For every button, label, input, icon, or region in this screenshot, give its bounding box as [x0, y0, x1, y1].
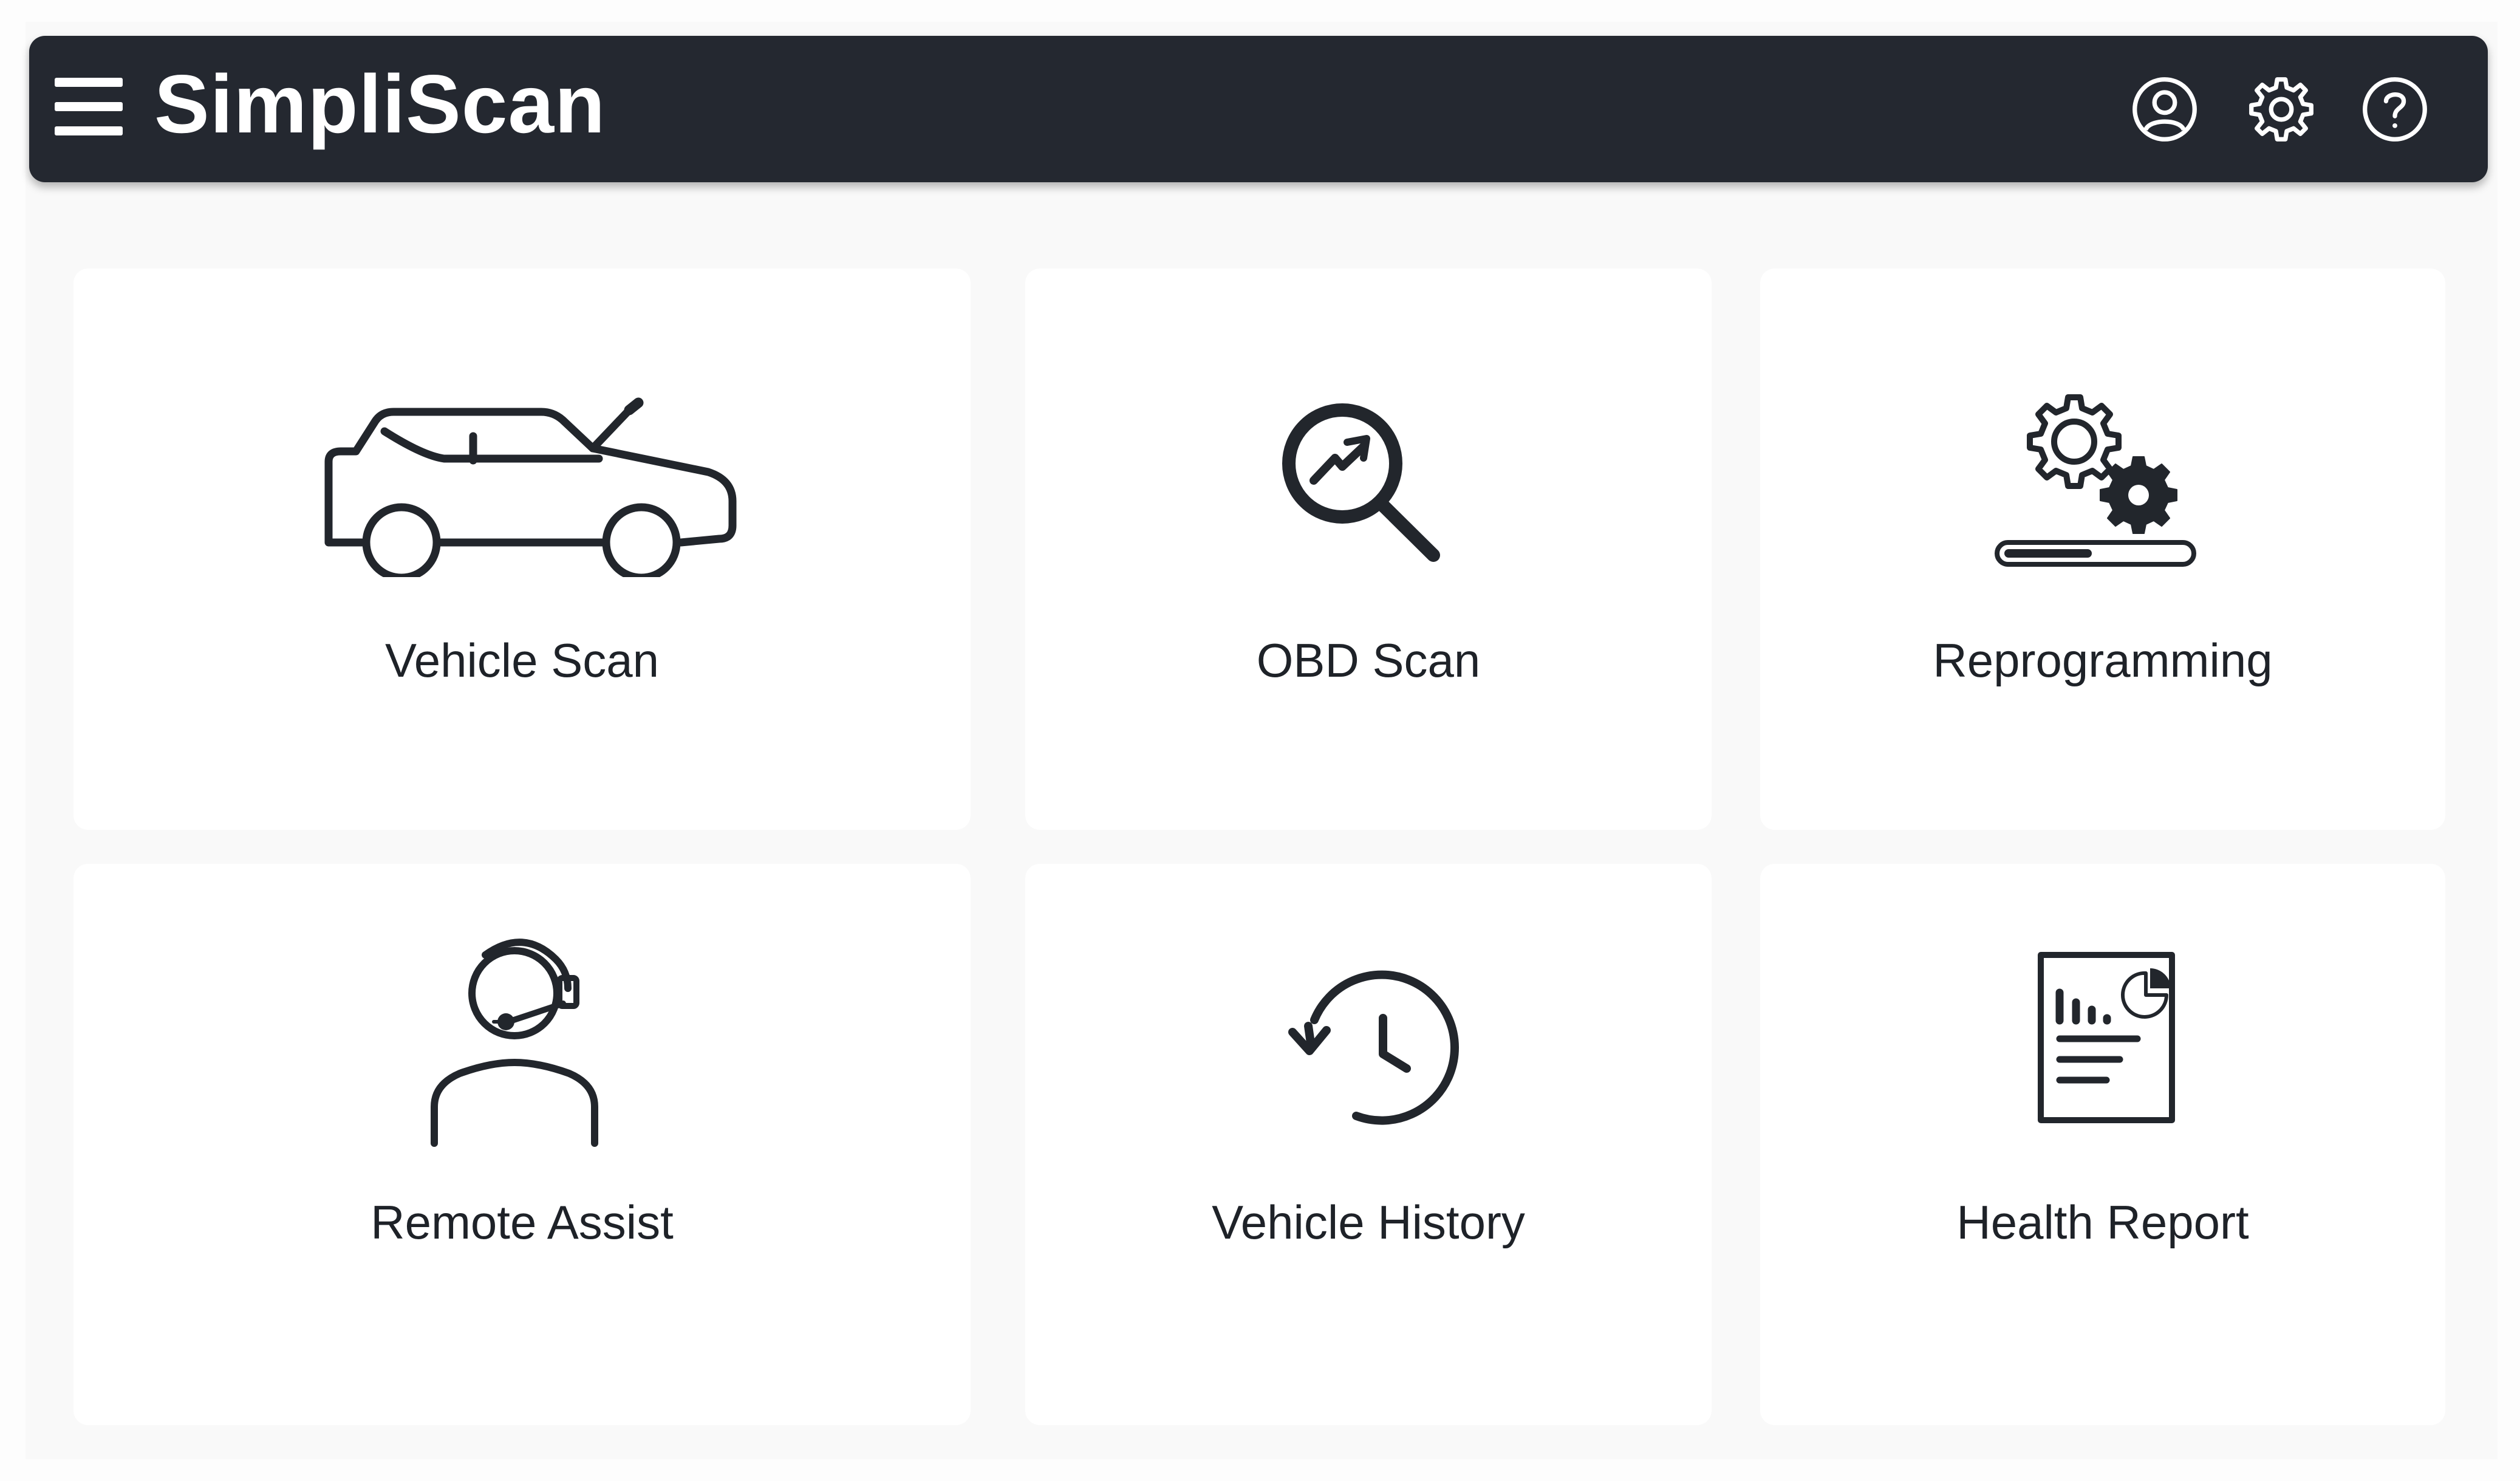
report-chart-icon: [2038, 952, 2175, 1123]
tile-label-health-report: Health Report: [1956, 1195, 2249, 1249]
vehicle-scan-tile[interactable]: Vehicle Scan: [73, 268, 971, 830]
health-report-tile[interactable]: Health Report: [1760, 864, 2445, 1425]
question-circle-icon[interactable]: [2361, 75, 2429, 143]
app-window: SimpliScan Vehicle Scan OBD Scan Reprogr…: [0, 0, 2520, 1481]
user-circle-icon[interactable]: [2131, 75, 2199, 143]
obd-scan-tile[interactable]: OBD Scan: [1025, 268, 1712, 830]
gear-icon[interactable]: [2247, 75, 2315, 143]
app-title: SimpliScan: [154, 58, 606, 150]
tile-label-reprogramming: Reprogramming: [1933, 634, 2273, 687]
reprogramming-tile[interactable]: Reprogramming: [1760, 268, 2445, 830]
remote-assist-tile[interactable]: Remote Assist: [73, 864, 971, 1425]
tile-label-vehicle-scan: Vehicle Scan: [385, 634, 659, 687]
magnifier-pulse-icon: [1282, 403, 1440, 562]
gears-progress-icon: [1995, 394, 2196, 567]
tile-label-vehicle-history: Vehicle History: [1212, 1195, 1525, 1249]
tile-label-remote-assist: Remote Assist: [370, 1195, 674, 1249]
tile-label-obd-scan: OBD Scan: [1256, 634, 1481, 687]
headset-agent-icon: [431, 939, 598, 1147]
hamburger-menu-icon[interactable]: [55, 78, 123, 136]
vehicle-history-tile[interactable]: Vehicle History: [1025, 864, 1712, 1425]
reprogramming-progress-fill: [2004, 549, 2092, 558]
car-hood-open-icon: [324, 397, 737, 577]
history-clock-icon: [1288, 970, 1459, 1125]
